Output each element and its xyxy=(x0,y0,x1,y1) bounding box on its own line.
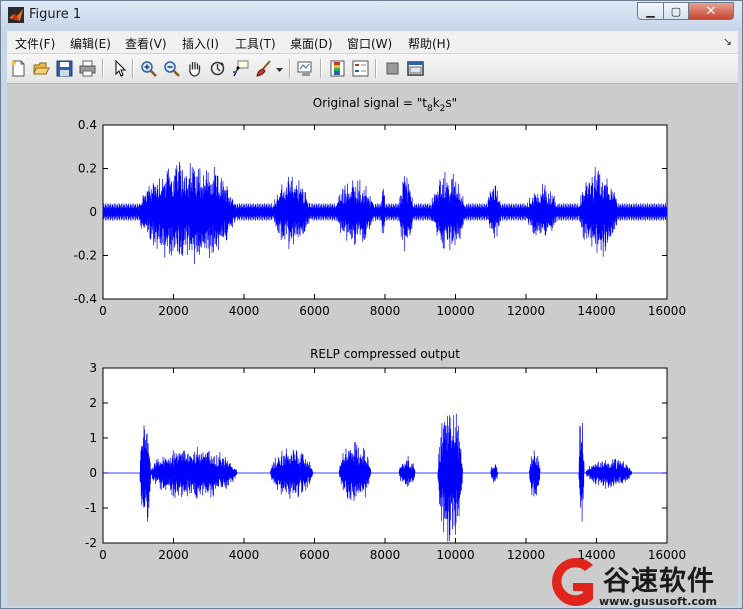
y-tick-label: -1 xyxy=(85,501,97,515)
y-tick-label: 0.2 xyxy=(78,162,97,176)
data-cursor-icon[interactable] xyxy=(232,60,249,77)
menu-view[interactable]: 查看(V) xyxy=(125,35,167,52)
watermark: 谷速软件 www.gususoft.com xyxy=(541,553,743,610)
open-file-icon[interactable] xyxy=(33,60,50,77)
menu-desktop[interactable]: 桌面(D) xyxy=(290,35,333,52)
x-tick-label: 2000 xyxy=(158,548,189,562)
maximize-button[interactable]: ▢ xyxy=(663,2,689,20)
y-tick-label: 0.4 xyxy=(78,118,97,132)
toolbar-separator xyxy=(375,59,377,78)
edit-plot-arrow-icon[interactable] xyxy=(111,60,128,77)
figure-toolbar xyxy=(7,54,738,84)
toolbar-separator xyxy=(132,59,134,78)
y-tick-label: -0.4 xyxy=(74,292,97,306)
x-tick-label: 6000 xyxy=(299,548,330,562)
menu-tools[interactable]: 工具(T) xyxy=(235,35,276,52)
y-tick-label: -0.2 xyxy=(74,249,97,263)
figure-canvas: Original signal = "t8k2s" 0 2000 4000 6000 8… xyxy=(7,84,738,606)
figure-window: Figure 1 ▁ ▢ ✕ 文件(F) 编辑(E) 查看(V) 插入(I) 工… xyxy=(0,0,743,609)
minimize-icon: ▁ xyxy=(646,4,655,18)
x-tick-label: 12000 xyxy=(507,548,545,562)
y-tick-label: 2 xyxy=(89,396,97,410)
minimize-button[interactable]: ▁ xyxy=(637,2,664,20)
menu-insert[interactable]: 插入(I) xyxy=(182,35,219,52)
pan-hand-icon[interactable] xyxy=(186,60,203,77)
save-icon[interactable] xyxy=(56,60,73,77)
x-tick-label: 4000 xyxy=(229,548,260,562)
y-tick-label: -2 xyxy=(85,536,97,550)
axes-relp-output[interactable]: RELP compressed output 0 2000 4000 6000 8000… xyxy=(85,347,686,562)
toolbar-separator xyxy=(320,59,322,78)
menu-overflow-arrow-icon[interactable]: ↘ xyxy=(723,35,732,48)
legend-icon[interactable] xyxy=(352,60,369,77)
menu-bar: 文件(F) 编辑(E) 查看(V) 插入(I) 工具(T) 桌面(D) 窗口(W… xyxy=(7,31,738,53)
x-tick-label: 10000 xyxy=(436,548,474,562)
x-tick-label: 8000 xyxy=(370,548,401,562)
x-tick-label: 14000 xyxy=(577,304,615,318)
new-figure-icon[interactable] xyxy=(10,60,27,77)
y-tick-label: 1 xyxy=(89,431,97,445)
x-tick-label: 12000 xyxy=(507,304,545,318)
watermark-url: www.gususoft.com xyxy=(599,595,717,608)
menu-file[interactable]: 文件(F) xyxy=(15,35,55,52)
x-tick-label: 16000 xyxy=(648,304,686,318)
maximize-icon: ▢ xyxy=(670,4,682,18)
toolbar-separator xyxy=(289,59,291,78)
axes-original-signal[interactable]: Original signal = "t8k2s" 0 2000 4000 6000 8… xyxy=(74,96,687,318)
x-tick-label: 0 xyxy=(99,304,107,318)
print-icon[interactable] xyxy=(79,60,96,77)
title-bar[interactable]: Figure 1 ▁ ▢ ✕ xyxy=(1,1,742,29)
zoom-in-icon[interactable] xyxy=(140,60,157,77)
menu-window[interactable]: 窗口(W) xyxy=(347,35,392,52)
x-tick-label: 8000 xyxy=(370,304,401,318)
menu-edit[interactable]: 编辑(E) xyxy=(70,35,111,52)
y-tick-label: 3 xyxy=(89,361,97,375)
rotate-3d-icon[interactable] xyxy=(209,60,226,77)
y-tick-label: 0 xyxy=(89,466,97,480)
brush-icon[interactable] xyxy=(255,60,272,77)
show-plot-tools-icon[interactable] xyxy=(407,60,424,77)
x-tick-label: 4000 xyxy=(229,304,260,318)
watermark-logo-icon xyxy=(552,558,593,606)
window-title: Figure 1 xyxy=(29,7,82,22)
close-icon: ✕ xyxy=(705,3,717,19)
close-button[interactable]: ✕ xyxy=(688,2,734,20)
link-plot-icon[interactable] xyxy=(297,60,314,77)
figure-plots: Original signal = "t8k2s" 0 2000 4000 6000 8… xyxy=(74,96,687,562)
hide-plot-tools-icon[interactable] xyxy=(384,60,401,77)
colorbar-icon[interactable] xyxy=(329,60,346,77)
axes2-title: RELP compressed output xyxy=(310,347,460,361)
watermark-text: 谷速软件 xyxy=(603,566,715,597)
axes1-title: Original signal = "t8k2s" xyxy=(313,96,457,114)
x-tick-label: 2000 xyxy=(158,304,189,318)
brush-dropdown-icon[interactable] xyxy=(275,60,284,77)
x-tick-label: 10000 xyxy=(436,304,474,318)
x-tick-label: 0 xyxy=(99,548,107,562)
toolbar-separator xyxy=(102,59,104,78)
zoom-out-icon[interactable] xyxy=(163,60,180,77)
y-tick-label: 0 xyxy=(89,205,97,219)
x-tick-label: 6000 xyxy=(299,304,330,318)
matlab-logo-icon xyxy=(8,7,24,23)
menu-help[interactable]: 帮助(H) xyxy=(408,35,450,52)
